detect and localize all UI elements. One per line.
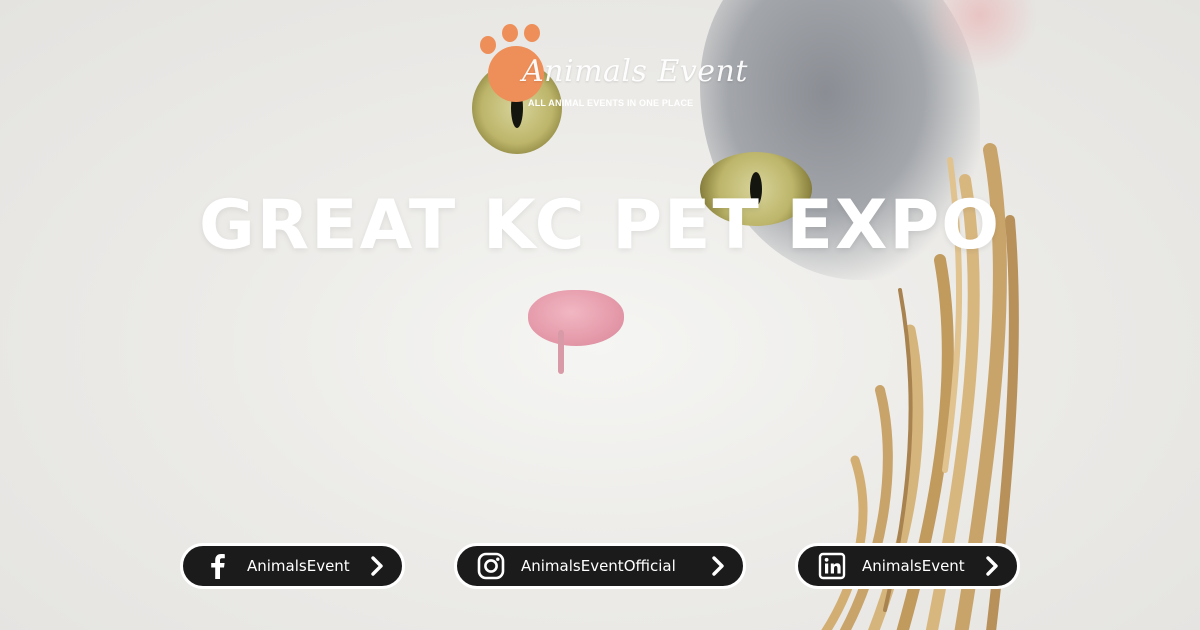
instagram-icon <box>477 552 505 580</box>
paw-toe <box>502 24 518 42</box>
chevron-right-icon <box>983 555 1001 577</box>
logo-tagline: ALL ANIMAL EVENTS IN ONE PLACE <box>528 98 694 108</box>
paw-toe <box>480 36 496 54</box>
chevron-right-icon <box>709 555 727 577</box>
event-title: GREAT KC PET EXPO <box>198 186 1002 265</box>
paw-toe <box>524 24 540 42</box>
chevron-right-icon <box>368 555 386 577</box>
linkedin-handle: AnimalsEvent <box>862 557 965 575</box>
instagram-link-button[interactable]: AnimalsEventOfficial <box>454 543 746 589</box>
linkedin-link-button[interactable]: AnimalsEvent <box>795 543 1020 589</box>
instagram-handle: AnimalsEventOfficial <box>521 557 676 575</box>
linkedin-icon <box>818 552 846 580</box>
logo-title: Animals Event <box>522 54 748 89</box>
facebook-handle: AnimalsEvent <box>247 557 350 575</box>
facebook-link-button[interactable]: AnimalsEvent <box>180 543 405 589</box>
facebook-icon <box>203 552 231 580</box>
cat-nose <box>528 290 624 346</box>
cat-mouth-line <box>558 330 564 374</box>
animals-event-logo[interactable]: Animals Event ALL ANIMAL EVENTS IN ONE P… <box>478 22 747 114</box>
